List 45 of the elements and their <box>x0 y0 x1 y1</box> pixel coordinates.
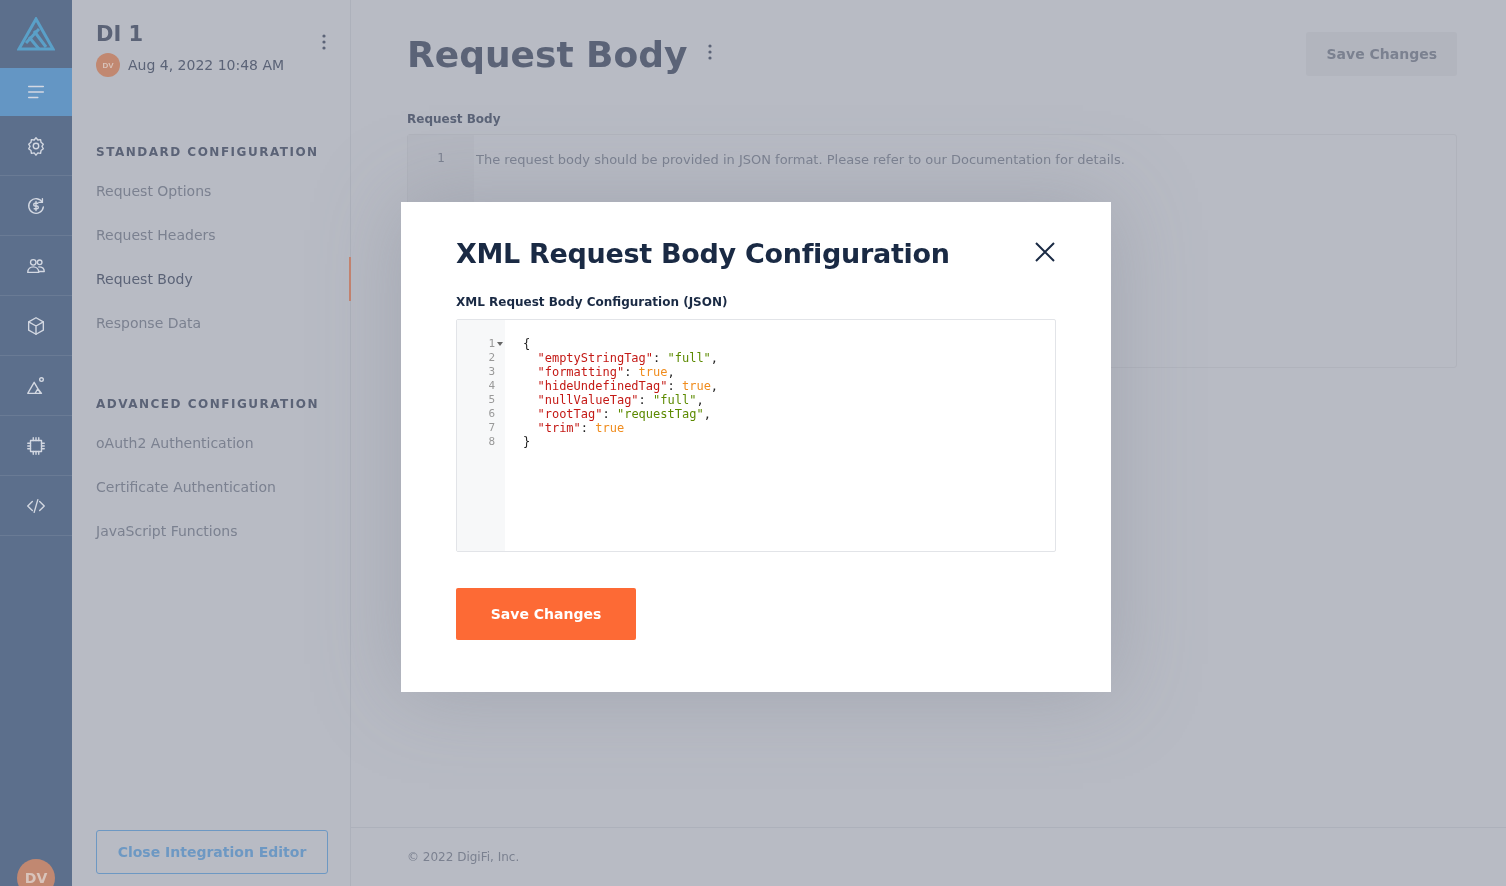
cube-icon[interactable] <box>25 314 47 337</box>
settings-icon[interactable] <box>25 134 47 157</box>
line-number: 7 <box>488 421 495 434</box>
date-text: Aug 4, 2022 10:48 AM <box>128 57 285 73</box>
author-avatar: DV <box>96 53 120 77</box>
mountain-icon[interactable] <box>25 374 47 397</box>
fold-caret-icon[interactable] <box>497 342 503 346</box>
line-number: 8 <box>488 435 495 448</box>
sidebar-item[interactable]: Request Headers <box>96 213 351 257</box>
editor-placeholder: The request body should be provided in JSON format. Please refer to our Documentation for details. <box>476 152 1125 167</box>
code-editor[interactable]: 1 2 3 4 5 6 7 8 { "emptyStringTag": "full", "formatting": true, "hideUndefinedTag": true, "nullValueTag": "full", "rootTag": "requestTag", "trim": true } <box>456 319 1056 552</box>
section-heading: ADVANCED CONFIGURATION <box>96 397 320 411</box>
close-editor-button[interactable]: Close Integration Editor <box>96 830 328 874</box>
close-icon[interactable] <box>1034 240 1056 263</box>
code-line: "hideUndefinedTag": true, <box>536 379 719 393</box>
page-title: Request Body <box>407 33 688 75</box>
logo-icon <box>17 17 55 51</box>
code-line: { <box>523 337 532 351</box>
line-number: 1 <box>488 337 495 350</box>
line-number: 5 <box>488 393 495 406</box>
code-line: "rootTag": "requestTag", <box>536 407 712 421</box>
sidebar-item[interactable]: oAuth2 Authentication <box>96 421 351 465</box>
code-line: "emptyStringTag": "full", <box>536 351 719 365</box>
sidebar-item[interactable]: Request Body <box>96 257 351 301</box>
line-number: 4 <box>488 379 495 392</box>
chip-icon[interactable] <box>25 434 47 457</box>
copyright-text: © 2022 DigiFi, Inc. <box>351 827 1506 886</box>
save-changes-button[interactable]: Save Changes <box>456 588 636 640</box>
line-number: 2 <box>488 351 495 364</box>
field-label: Request Body <box>407 112 502 126</box>
code-line: "nullValueTag": "full", <box>536 393 705 407</box>
more-icon[interactable] <box>707 44 712 60</box>
line-number: 3 <box>488 365 495 378</box>
section-heading: STANDARD CONFIGURATION <box>96 145 320 159</box>
sidebar-item[interactable]: Response Data <box>96 301 351 345</box>
code-line: "trim": true <box>536 421 626 435</box>
more-icon[interactable] <box>322 34 326 50</box>
integration-title: DI 1 <box>96 22 145 46</box>
sidebar-item[interactable]: JavaScript Functions <box>96 509 351 553</box>
user-avatar[interactable]: DV <box>17 859 55 886</box>
sidebar-item[interactable]: Request Options <box>96 169 351 213</box>
line-number: 6 <box>488 407 495 420</box>
sidebar-item[interactable]: Certificate Authentication <box>96 465 351 509</box>
code-line: "formatting": true, <box>536 365 676 379</box>
code-line: } <box>523 435 532 449</box>
